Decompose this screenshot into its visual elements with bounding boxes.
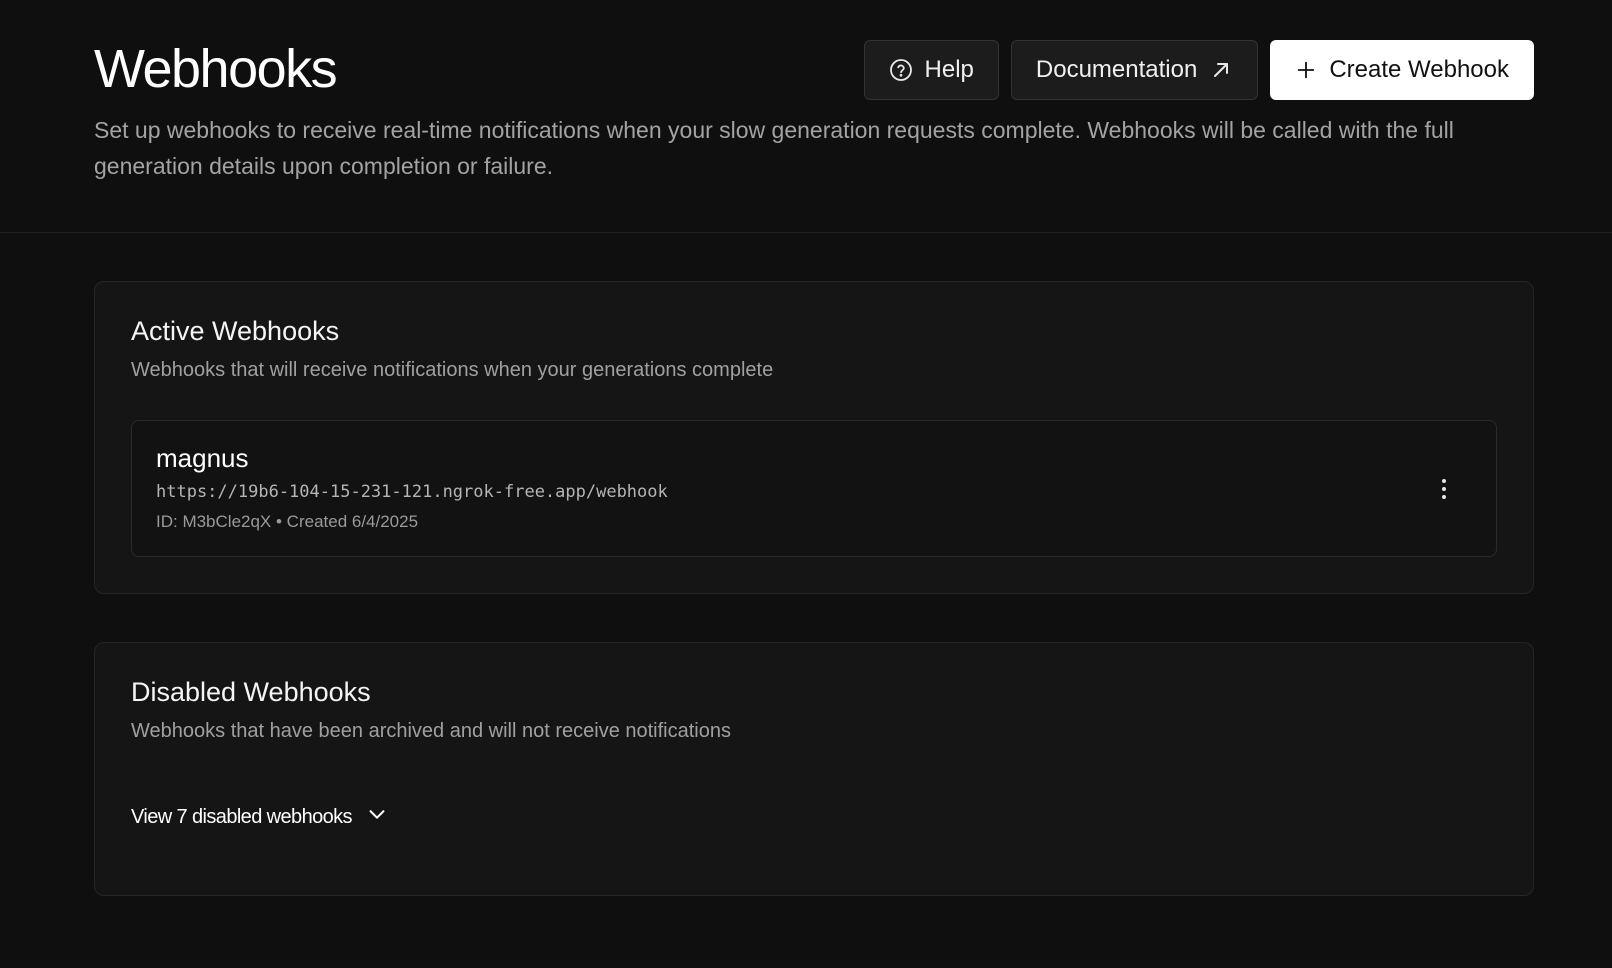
active-webhooks-description: Webhooks that will receive notifications… xyxy=(131,359,774,381)
webhook-name: magnus xyxy=(156,443,249,473)
main-content: Active Webhooks Webhooks that will recei… xyxy=(0,233,1612,896)
help-button-label: Help xyxy=(924,56,974,83)
more-vertical-icon[interactable] xyxy=(1432,473,1456,505)
create-webhook-button[interactable]: Create Webhook xyxy=(1270,40,1534,100)
webhook-meta: ID: M3bCle2qX • Created 6/4/2025 xyxy=(156,512,419,531)
documentation-button[interactable]: Documentation xyxy=(1010,40,1259,100)
arrow-up-right-icon xyxy=(1209,58,1233,82)
help-button[interactable]: Help xyxy=(863,40,999,100)
page-description: Set up webhooks to receive real-time not… xyxy=(94,117,1454,179)
page-header: Webhooks Set up webhooks to receive real… xyxy=(0,0,1612,233)
disabled-webhooks-description: Webhooks that have been archived and wil… xyxy=(131,720,731,742)
active-webhooks-card: Active Webhooks Webhooks that will recei… xyxy=(94,281,1534,594)
header-actions: Help Documentation Create Webhook xyxy=(863,40,1534,100)
page-title: Webhooks xyxy=(94,39,338,99)
disabled-webhooks-title: Disabled Webhooks xyxy=(131,677,371,707)
help-circle-icon xyxy=(889,58,913,82)
chevron-down-icon xyxy=(366,803,388,831)
disabled-webhooks-card: Disabled Webhooks Webhooks that have bee… xyxy=(94,642,1534,896)
create-webhook-button-label: Create Webhook xyxy=(1329,56,1509,83)
view-disabled-webhooks-label: View 7 disabled webhooks xyxy=(131,805,353,828)
active-webhooks-title: Active Webhooks xyxy=(131,316,340,346)
webhook-url: https://19b6-104-15-231-121.ngrok-free.a… xyxy=(156,482,668,502)
webhook-list-item: magnus https://19b6-104-15-231-121.ngrok… xyxy=(131,420,1497,557)
view-disabled-webhooks-toggle[interactable]: View 7 disabled webhooks xyxy=(131,803,388,831)
documentation-button-label: Documentation xyxy=(1035,56,1198,83)
plus-icon xyxy=(1295,59,1317,81)
